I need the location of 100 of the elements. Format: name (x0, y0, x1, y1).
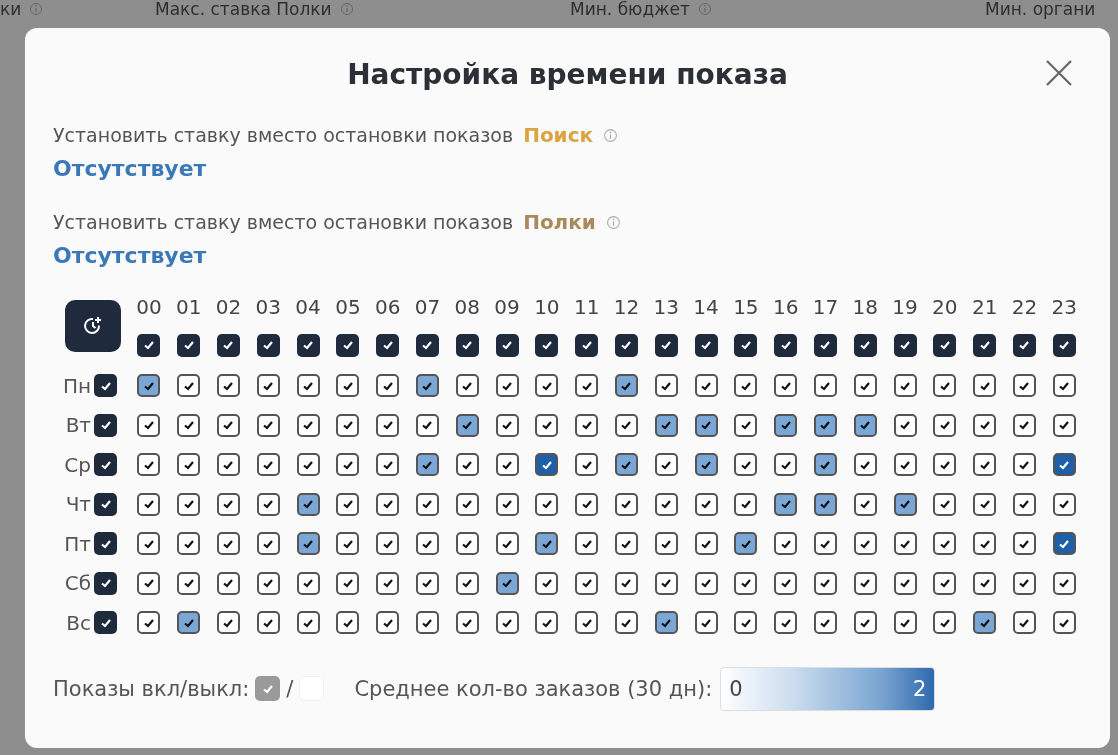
hour-cell-checkbox[interactable] (1012, 453, 1036, 477)
hour-cell-checkbox[interactable] (694, 453, 718, 477)
hour-checkbox[interactable] (455, 333, 479, 357)
hour-cell-checkbox[interactable] (853, 453, 877, 477)
hour-cell-checkbox[interactable] (535, 413, 559, 437)
hour-cell-checkbox[interactable] (1052, 413, 1076, 437)
hour-cell-checkbox[interactable] (694, 571, 718, 595)
hour-cell-checkbox[interactable] (973, 532, 997, 556)
hour-cell-checkbox[interactable] (973, 453, 997, 477)
hour-cell-checkbox[interactable] (1012, 413, 1036, 437)
hour-cell-checkbox[interactable] (376, 453, 400, 477)
hour-cell-checkbox[interactable] (256, 532, 280, 556)
hour-cell-checkbox[interactable] (415, 492, 439, 516)
hour-cell-checkbox[interactable] (694, 374, 718, 398)
hour-cell-checkbox[interactable] (614, 492, 638, 516)
hour-cell-checkbox[interactable] (1012, 571, 1036, 595)
hour-cell-checkbox[interactable] (217, 453, 240, 477)
hour-cell-checkbox[interactable] (694, 611, 718, 635)
hour-cell-checkbox[interactable] (774, 492, 798, 516)
hour-cell-checkbox[interactable] (774, 571, 798, 595)
hour-cell-checkbox[interactable] (336, 453, 360, 477)
hour-cell-checkbox[interactable] (575, 611, 599, 635)
day-checkbox[interactable] (94, 571, 117, 595)
hour-cell-checkbox[interactable] (535, 492, 559, 516)
hour-cell-checkbox[interactable] (774, 532, 798, 556)
hour-cell-checkbox[interactable] (415, 611, 439, 635)
hour-cell-checkbox[interactable] (893, 453, 917, 477)
hour-cell-checkbox[interactable] (933, 413, 957, 437)
hour-checkbox[interactable] (256, 333, 280, 357)
hour-cell-checkbox[interactable] (654, 413, 678, 437)
hour-cell-checkbox[interactable] (774, 374, 798, 398)
hour-cell-checkbox[interactable] (415, 374, 439, 398)
hour-cell-checkbox[interactable] (734, 571, 758, 595)
hour-cell-checkbox[interactable] (1052, 532, 1076, 556)
hour-cell-checkbox[interactable] (256, 413, 280, 437)
hour-cell-checkbox[interactable] (614, 611, 638, 635)
hour-checkbox[interactable] (694, 333, 718, 357)
hour-cell-checkbox[interactable] (177, 453, 201, 477)
hour-cell-checkbox[interactable] (893, 413, 917, 437)
hour-cell-checkbox[interactable] (296, 453, 320, 477)
hour-cell-checkbox[interactable] (137, 611, 161, 635)
hour-checkbox[interactable] (376, 333, 400, 357)
hour-cell-checkbox[interactable] (893, 532, 917, 556)
hour-cell-checkbox[interactable] (455, 532, 479, 556)
hour-checkbox[interactable] (654, 333, 678, 357)
hour-cell-checkbox[interactable] (217, 374, 240, 398)
bid-value-link[interactable]: Отсутствует (53, 243, 207, 268)
hour-cell-checkbox[interactable] (813, 413, 837, 437)
hour-cell-checkbox[interactable] (177, 374, 201, 398)
hour-cell-checkbox[interactable] (853, 532, 877, 556)
hour-cell-checkbox[interactable] (1052, 611, 1076, 635)
hour-checkbox[interactable] (933, 333, 957, 357)
hour-cell-checkbox[interactable] (177, 492, 201, 516)
hour-cell-checkbox[interactable] (614, 453, 638, 477)
hour-checkbox[interactable] (853, 333, 877, 357)
hour-cell-checkbox[interactable] (933, 492, 957, 516)
hour-cell-checkbox[interactable] (575, 571, 599, 595)
hour-cell-checkbox[interactable] (455, 492, 479, 516)
hour-cell-checkbox[interactable] (1052, 571, 1076, 595)
hour-cell-checkbox[interactable] (853, 492, 877, 516)
hour-cell-checkbox[interactable] (774, 413, 798, 437)
hour-cell-checkbox[interactable] (415, 532, 439, 556)
hour-cell-checkbox[interactable] (376, 374, 400, 398)
hour-cell-checkbox[interactable] (933, 532, 957, 556)
hour-cell-checkbox[interactable] (137, 571, 161, 595)
hour-cell-checkbox[interactable] (256, 374, 280, 398)
hour-checkbox[interactable] (217, 333, 240, 357)
hour-cell-checkbox[interactable] (137, 374, 161, 398)
day-checkbox[interactable] (94, 453, 117, 477)
hour-cell-checkbox[interactable] (654, 374, 678, 398)
hour-cell-checkbox[interactable] (455, 571, 479, 595)
hour-cell-checkbox[interactable] (694, 532, 718, 556)
hour-cell-checkbox[interactable] (1012, 611, 1036, 635)
hour-cell-checkbox[interactable] (415, 453, 439, 477)
hour-cell-checkbox[interactable] (137, 532, 161, 556)
hour-cell-checkbox[interactable] (813, 532, 837, 556)
hour-cell-checkbox[interactable] (933, 611, 957, 635)
hour-cell-checkbox[interactable] (575, 374, 599, 398)
hour-cell-checkbox[interactable] (296, 611, 320, 635)
hour-cell-checkbox[interactable] (893, 492, 917, 516)
hour-cell-checkbox[interactable] (1052, 374, 1076, 398)
hour-cell-checkbox[interactable] (137, 453, 161, 477)
hour-cell-checkbox[interactable] (734, 374, 758, 398)
hour-cell-checkbox[interactable] (336, 532, 360, 556)
hour-cell-checkbox[interactable] (137, 413, 161, 437)
hour-cell-checkbox[interactable] (694, 413, 718, 437)
hour-cell-checkbox[interactable] (217, 571, 240, 595)
day-checkbox[interactable] (94, 532, 117, 556)
hour-cell-checkbox[interactable] (813, 571, 837, 595)
hour-checkbox[interactable] (495, 333, 519, 357)
hour-checkbox[interactable] (415, 333, 439, 357)
hour-cell-checkbox[interactable] (415, 413, 439, 437)
hour-cell-checkbox[interactable] (217, 413, 240, 437)
hour-cell-checkbox[interactable] (774, 611, 798, 635)
hour-cell-checkbox[interactable] (535, 453, 559, 477)
hour-checkbox[interactable] (774, 333, 798, 357)
hour-checkbox[interactable] (137, 333, 161, 357)
hour-cell-checkbox[interactable] (336, 492, 360, 516)
hour-cell-checkbox[interactable] (455, 453, 479, 477)
hour-cell-checkbox[interactable] (734, 413, 758, 437)
